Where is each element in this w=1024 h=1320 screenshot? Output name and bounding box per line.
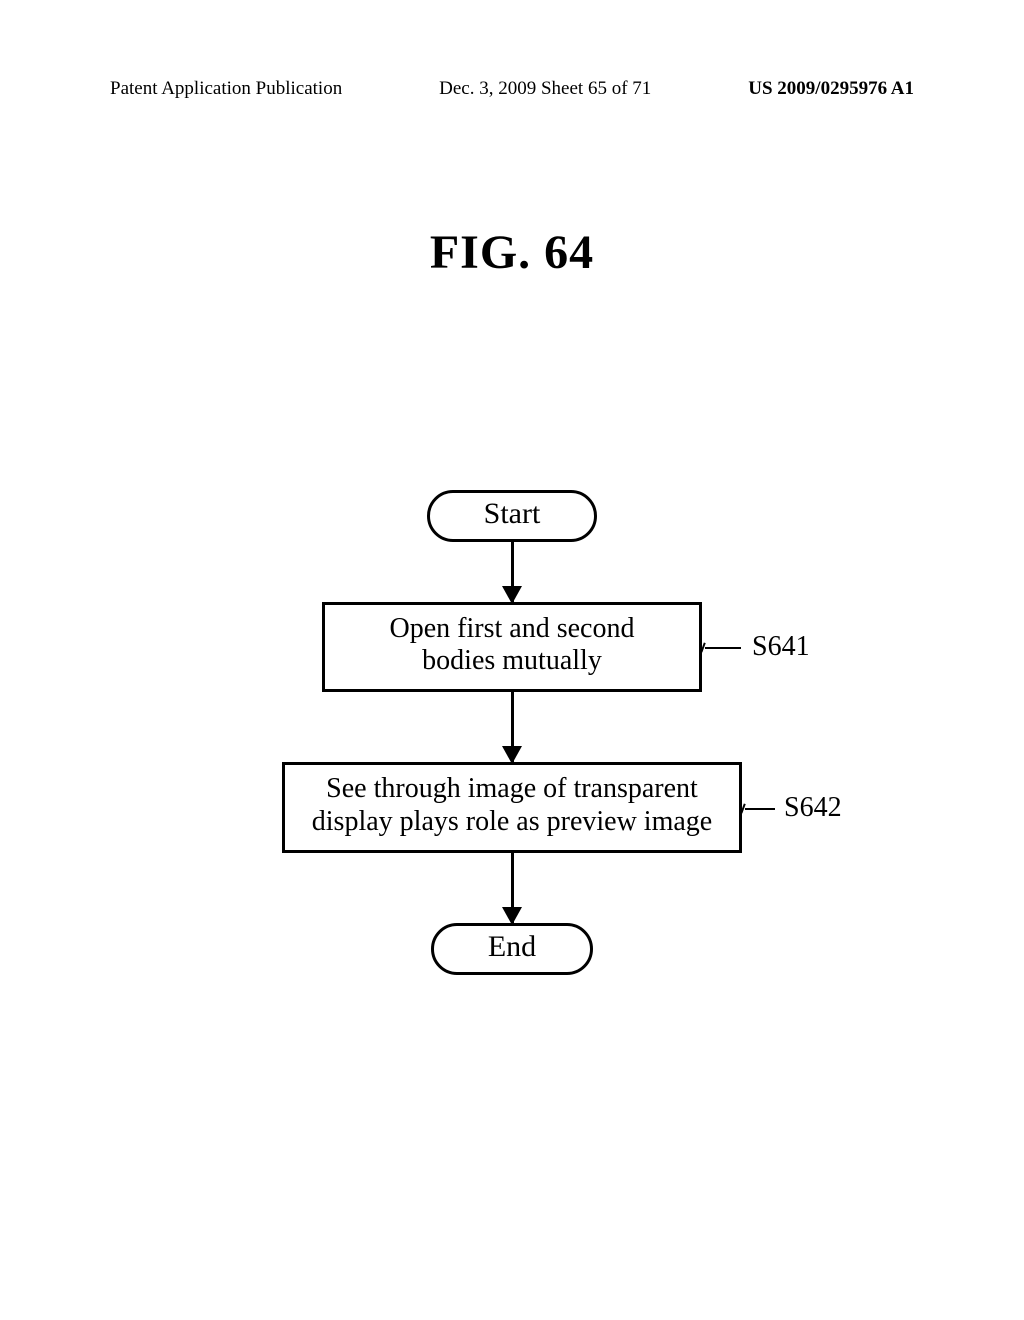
leader-line xyxy=(745,808,775,810)
flow-step2-ref: S642 xyxy=(784,792,842,824)
flow-process-step1: Open first and secondbodies mutually xyxy=(322,602,702,692)
flow-process-step2: See through image of transparentdisplay … xyxy=(282,762,742,852)
flow-terminator-start: Start xyxy=(427,490,598,542)
figure-title: FIG. 64 xyxy=(0,225,1024,280)
flow-connector xyxy=(511,853,514,923)
flow-terminator-end: End xyxy=(431,923,593,975)
header-date-sheet: Dec. 3, 2009 Sheet 65 of 71 xyxy=(439,78,651,100)
flow-start-row: Start xyxy=(427,490,598,542)
flow-step1-row: Open first and secondbodies mutually S64… xyxy=(322,602,702,692)
header-publication: Patent Application Publication xyxy=(110,78,342,100)
flow-connector xyxy=(511,542,514,602)
flowchart: Start Open first and secondbodies mutual… xyxy=(0,490,1024,975)
leader-line xyxy=(705,647,741,649)
header-pub-number: US 2009/0295976 A1 xyxy=(748,78,914,100)
page-header: Patent Application Publication Dec. 3, 2… xyxy=(0,78,1024,100)
flow-step2-row: See through image of transparentdisplay … xyxy=(282,762,742,852)
flow-step1-ref: S641 xyxy=(752,631,810,663)
flow-end-row: End xyxy=(431,923,593,975)
flow-connector xyxy=(511,692,514,762)
